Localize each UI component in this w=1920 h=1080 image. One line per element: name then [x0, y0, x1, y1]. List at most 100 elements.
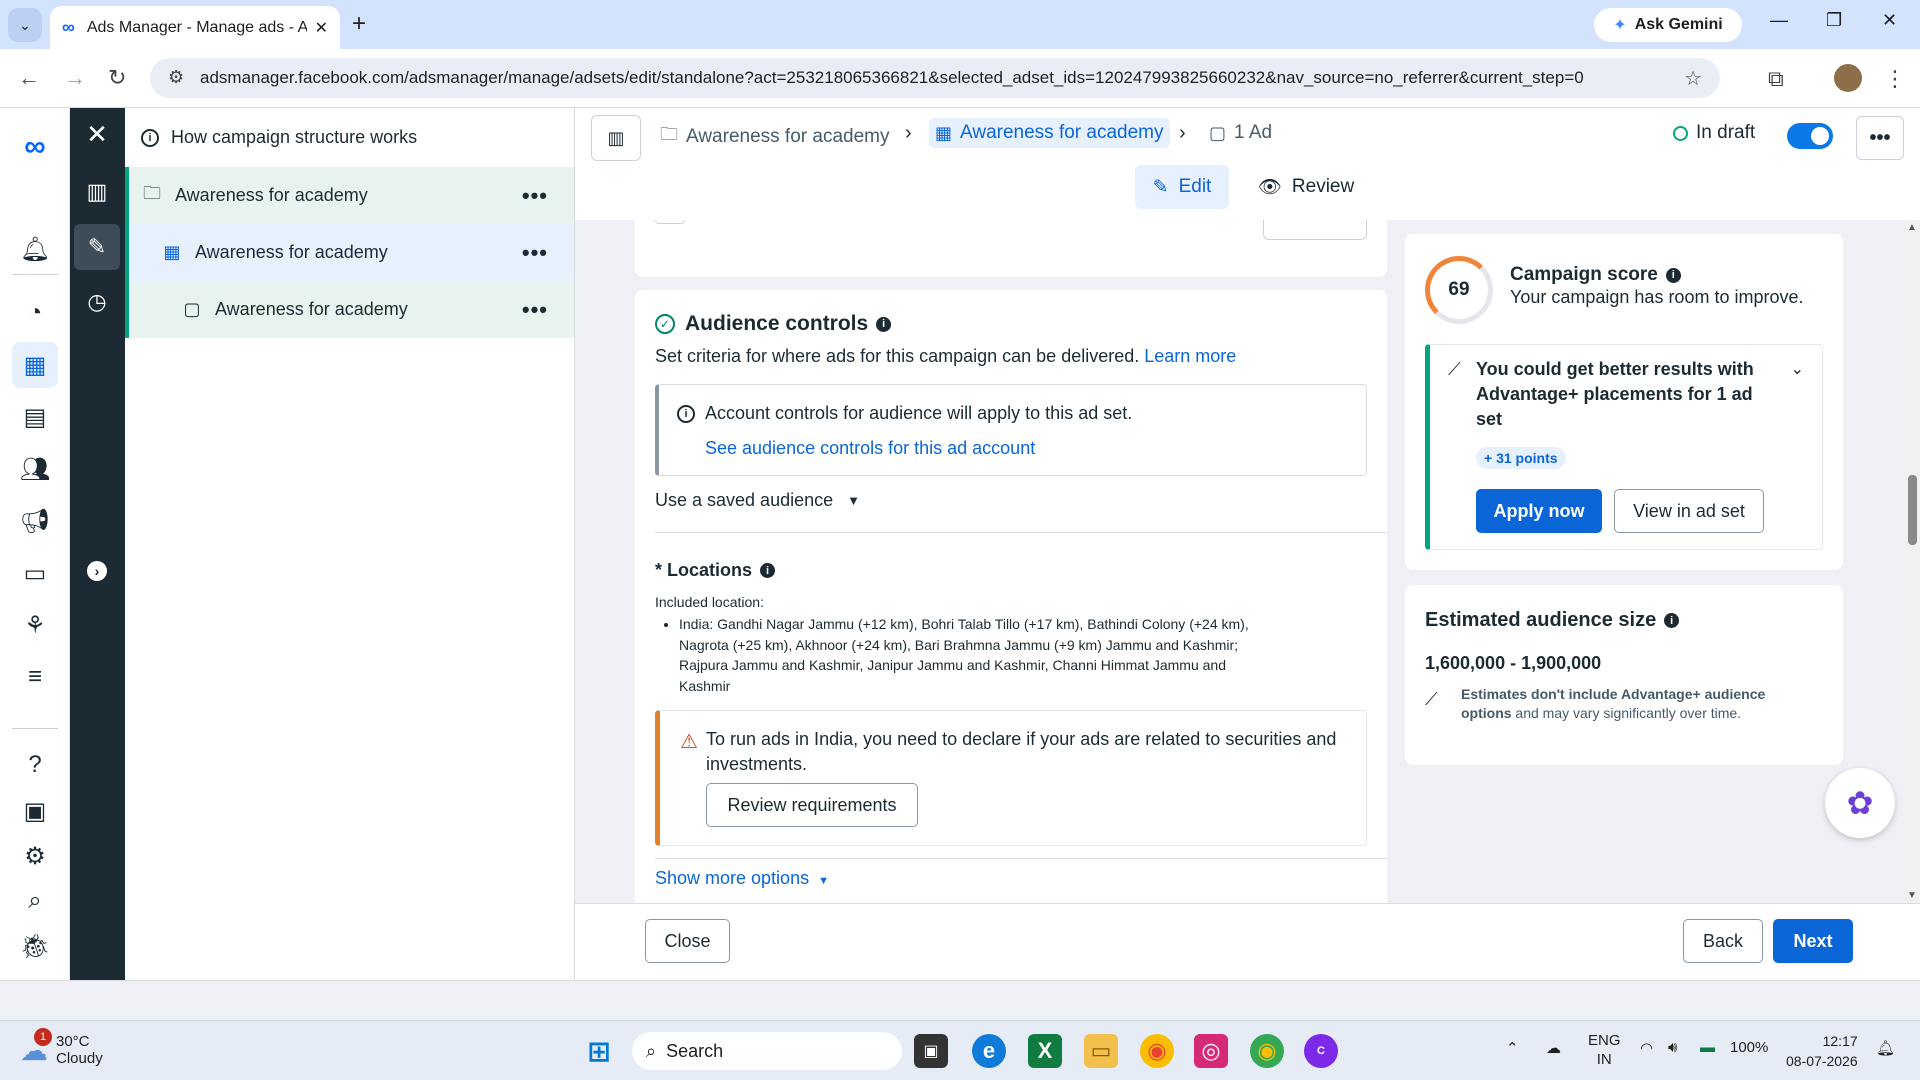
- more-options-icon[interactable]: •••: [522, 240, 548, 266]
- canva-icon[interactable]: C: [1304, 1034, 1338, 1068]
- next-button[interactable]: Next: [1773, 919, 1853, 963]
- back-button[interactable]: Back: [1683, 919, 1763, 963]
- ask-gemini-label: Ask Gemini: [1634, 16, 1723, 33]
- meta-logo-icon[interactable]: ∞: [12, 124, 58, 170]
- browser-tab[interactable]: ∞ Ads Manager - Manage ads - A ✕: [50, 6, 340, 49]
- tree-item-adset[interactable]: ▦ Awareness for academy •••: [125, 224, 574, 281]
- chrome-icon[interactable]: ◉: [1140, 1034, 1174, 1068]
- view-in-ad-set-button[interactable]: View in ad set: [1614, 489, 1764, 533]
- info-icon: i: [141, 128, 159, 147]
- edit-pencil-icon[interactable]: ✎: [74, 224, 120, 270]
- search-icon[interactable]: ⌕: [12, 878, 58, 924]
- apply-now-button[interactable]: Apply now: [1476, 489, 1602, 533]
- breadcrumb-adset[interactable]: ▦ Awareness for academy: [929, 118, 1170, 148]
- address-bar-row: ← → ↻ ⚙ adsmanager.facebook.com/adsmanag…: [0, 49, 1920, 108]
- audiences-icon[interactable]: 👥︎: [12, 446, 58, 492]
- excel-icon[interactable]: X: [1028, 1034, 1062, 1068]
- minimize-icon[interactable]: —: [1770, 10, 1788, 31]
- reload-icon[interactable]: ↻: [108, 65, 126, 91]
- edge-browser-icon[interactable]: e: [972, 1034, 1006, 1068]
- toggle-panel-icon[interactable]: ▥: [591, 115, 641, 161]
- restore-icon[interactable]: ❐: [1826, 10, 1842, 31]
- structure-help-link[interactable]: i How campaign structure works: [125, 108, 574, 167]
- campaign-score-title: Campaign score i: [1510, 264, 1681, 286]
- business-network-icon[interactable]: ⚘: [12, 602, 58, 648]
- tray-overflow-icon[interactable]: ⌃: [1506, 1039, 1519, 1057]
- tree-item-campaign[interactable]: 🗀 Awareness for academy •••: [125, 167, 574, 224]
- cloud-icon: ☁ 1: [20, 1027, 52, 1067]
- instagram-icon[interactable]: ◎: [1194, 1034, 1228, 1068]
- window-close-icon[interactable]: ✕: [1882, 10, 1897, 31]
- scroll-up-icon[interactable]: ▲: [1907, 222, 1917, 233]
- review-requirements-button[interactable]: Review requirements: [706, 783, 918, 827]
- tab-search-icon[interactable]: ⌄: [8, 8, 42, 42]
- tab-review[interactable]: 👁︎ Review: [1251, 165, 1361, 209]
- breadcrumb-campaign[interactable]: 🗀 Awareness for academy: [660, 122, 889, 152]
- more-options-icon[interactable]: •••: [522, 183, 548, 209]
- scroll-down-icon[interactable]: ▼: [1907, 890, 1917, 901]
- bookmark-star-icon[interactable]: ☆: [1684, 66, 1702, 91]
- weather-widget[interactable]: ☁ 1 30°C Cloudy: [20, 1027, 103, 1067]
- close-panel-icon[interactable]: ✕: [74, 111, 120, 157]
- all-tools-menu-icon[interactable]: ≡: [12, 654, 58, 700]
- settings-gear-icon[interactable]: ⚙: [12, 833, 58, 879]
- more-options-icon[interactable]: •••: [522, 297, 548, 323]
- bug-report-icon[interactable]: 🐞︎: [12, 923, 58, 969]
- wifi-icon[interactable]: ◠: [1640, 1039, 1653, 1057]
- volume-icon[interactable]: 🔊︎: [1668, 1039, 1677, 1056]
- tab-edit[interactable]: ✎ Edit: [1135, 165, 1229, 209]
- language-indicator[interactable]: ENG IN: [1588, 1031, 1621, 1069]
- system-clock[interactable]: 12:17 08-07-2026: [1786, 1031, 1858, 1071]
- expand-chevron-icon[interactable]: ›: [74, 548, 120, 594]
- publish-toggle[interactable]: [1787, 123, 1833, 149]
- notifications-icon[interactable]: 🔔︎: [1876, 1039, 1895, 1057]
- windows-start-icon[interactable]: ⊞: [582, 1034, 616, 1068]
- notifications-bell-icon[interactable]: 🔔︎: [12, 226, 58, 272]
- ask-gemini-button[interactable]: ✦ Ask Gemini: [1594, 8, 1742, 42]
- breadcrumb-ad[interactable]: ▢ 1 Ad: [1209, 122, 1272, 144]
- news-icon[interactable]: ▣: [12, 788, 58, 834]
- browser-menu-icon[interactable]: ⋮: [1884, 66, 1906, 92]
- campaigns-megaphone-icon[interactable]: 📢︎: [12, 498, 58, 544]
- audience-controls-link[interactable]: See audience controls for this ad accoun…: [705, 438, 1035, 459]
- forward-arrow-icon[interactable]: →: [64, 65, 86, 91]
- breadcrumb-label: Awareness for academy: [686, 126, 890, 147]
- main-scrollbar[interactable]: ▲ ▼: [1905, 220, 1920, 903]
- back-arrow-icon[interactable]: ←: [18, 65, 40, 91]
- close-button[interactable]: Close: [645, 919, 730, 963]
- saved-audience-dropdown[interactable]: Use a saved audience ▼: [655, 490, 860, 511]
- dashboard-gauge-icon[interactable]: ◔: [12, 290, 58, 336]
- scrollbar-thumb[interactable]: [1908, 475, 1917, 545]
- info-icon[interactable]: i: [876, 316, 892, 332]
- tab-close-icon[interactable]: ✕: [315, 18, 328, 38]
- more-actions-button[interactable]: •••: [1856, 116, 1904, 160]
- info-icon[interactable]: i: [760, 563, 776, 578]
- previous-section-checkbox[interactable]: [655, 220, 685, 224]
- history-clock-icon[interactable]: ◷: [74, 279, 120, 325]
- reports-icon[interactable]: ▤: [12, 394, 58, 440]
- new-tab-icon[interactable]: +: [352, 10, 366, 38]
- profile-avatar[interactable]: [1834, 64, 1862, 92]
- tree-item-ad[interactable]: ▢ Awareness for academy •••: [125, 281, 574, 338]
- charts-icon[interactable]: ▥: [74, 169, 120, 215]
- ads-manager-table-icon[interactable]: ▦: [12, 342, 58, 388]
- task-view-icon[interactable]: ▣: [914, 1034, 948, 1068]
- chrome-profile-icon[interactable]: ◉: [1250, 1034, 1284, 1068]
- learn-more-link[interactable]: Learn more: [1144, 346, 1236, 366]
- billing-card-icon[interactable]: ▭: [12, 550, 58, 596]
- previous-section-button[interactable]: [1263, 220, 1367, 240]
- url-field[interactable]: ⚙ adsmanager.facebook.com/adsmanager/man…: [150, 58, 1720, 98]
- show-more-options-link[interactable]: Show more options ▼: [655, 868, 829, 889]
- battery-icon[interactable]: ▬: [1700, 1039, 1715, 1056]
- site-info-icon[interactable]: ⚙: [168, 67, 184, 88]
- taskbar-search[interactable]: ⌕ Search: [632, 1032, 902, 1070]
- info-icon[interactable]: i: [1665, 267, 1681, 283]
- file-explorer-icon[interactable]: ▭: [1084, 1034, 1118, 1068]
- extensions-icon[interactable]: ⧉: [1768, 66, 1784, 92]
- ai-assistant-flower-icon[interactable]: ✿: [1825, 768, 1895, 838]
- editor-main-area: ✓ Audience controls i Set criteria for w…: [575, 220, 1920, 903]
- help-icon[interactable]: ?: [12, 742, 58, 788]
- info-icon[interactable]: i: [1664, 613, 1680, 628]
- onedrive-cloud-icon[interactable]: ☁: [1546, 1039, 1561, 1057]
- chevron-down-icon[interactable]: ⌄: [1791, 359, 1804, 379]
